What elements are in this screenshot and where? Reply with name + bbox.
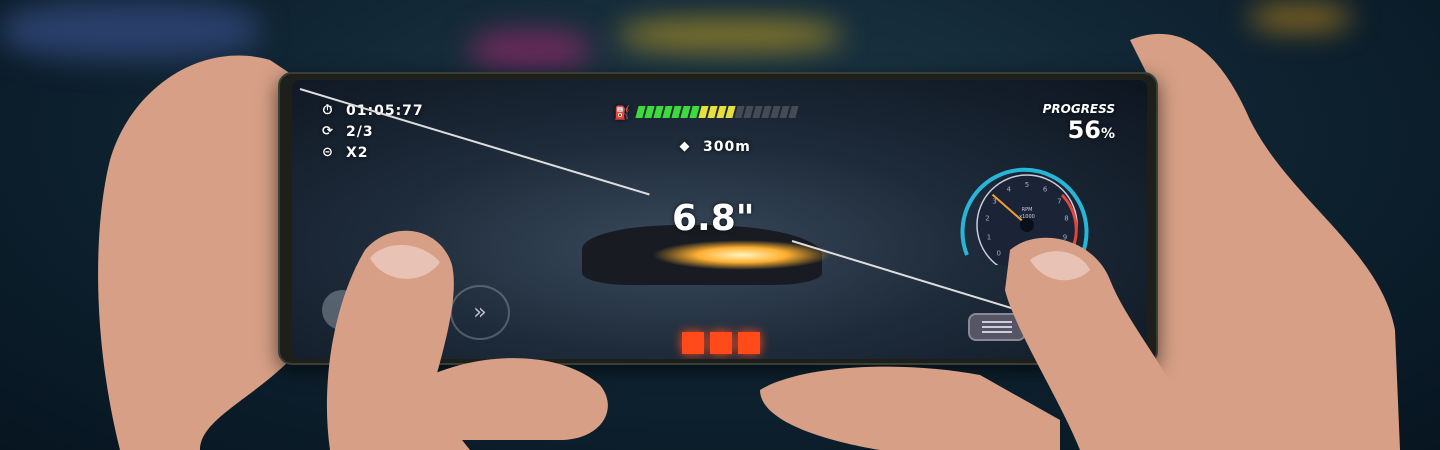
front-hands bbox=[326, 230, 1200, 450]
left-finger bbox=[420, 358, 608, 440]
right-finger bbox=[760, 366, 1060, 450]
